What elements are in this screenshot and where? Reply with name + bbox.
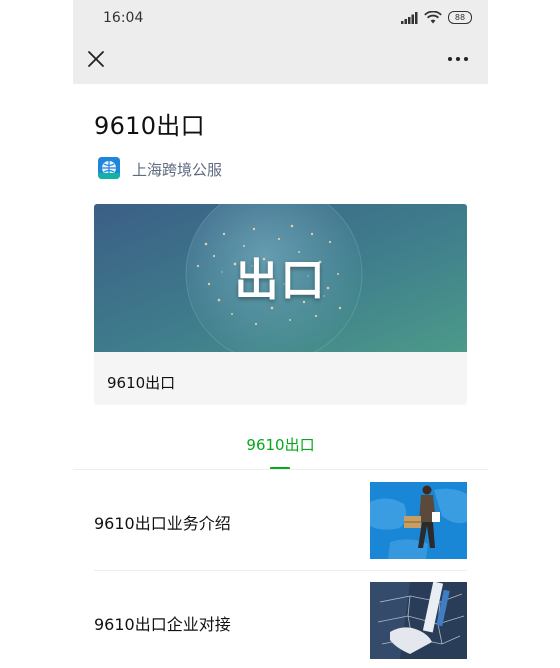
list-item[interactable]: 9610出口企业对接 (73, 571, 488, 668)
banner-card[interactable]: 出口 9610出口 (94, 204, 467, 405)
page-title: 9610出口 (94, 112, 205, 140)
more-options-icon[interactable] (445, 48, 471, 70)
list-item[interactable]: 9610出口业务介绍 (73, 470, 488, 570)
tab-9610-export[interactable]: 9610出口 (73, 430, 488, 470)
list-item-title: 9610出口业务介绍 (94, 514, 231, 533)
handshake-thumbnail-image (370, 582, 467, 659)
phone-screen: 16:04 88 9610出口 上海跨境公服 出口 9610出口 9610出口 … (73, 0, 488, 668)
wifi-icon (424, 11, 442, 24)
signal-icon (401, 12, 418, 24)
banner-caption: 9610出口 (107, 374, 176, 392)
tab-label: 9610出口 (246, 436, 315, 454)
list-item-title: 9610出口企业对接 (94, 615, 231, 634)
account-name: 上海跨境公服 (132, 161, 223, 179)
battery-indicator: 88 (448, 11, 472, 24)
close-icon[interactable] (85, 48, 107, 70)
account-logo-icon (98, 157, 120, 179)
status-time: 16:04 (103, 10, 144, 26)
banner-text: 出口 (234, 255, 327, 306)
courier-thumbnail-image (370, 482, 467, 559)
status-bar: 16:04 88 (73, 0, 488, 36)
top-bar: 16:04 88 (73, 0, 488, 84)
